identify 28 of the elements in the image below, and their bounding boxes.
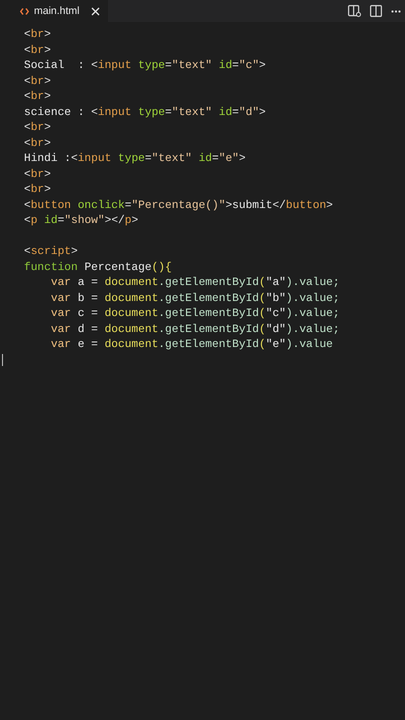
- code-line: var c = document.getElementById("c").value;: [50, 307, 341, 322]
- close-icon[interactable]: [90, 6, 100, 16]
- code-line: <button onclick="Percentage()">submit</button>: [24, 198, 334, 214]
- code-line: function Percentage(){: [24, 260, 173, 276]
- code-line: <br>: [24, 183, 52, 198]
- code-line: science : <input type="text" id="d">: [24, 106, 267, 120]
- code-line: Hindi :<input type="text" id="e">: [24, 152, 247, 167]
- code-line: var e = document.getElementById("e").value: [50, 338, 334, 353]
- text-cursor: [2, 354, 3, 366]
- tab-label: main.html: [34, 5, 80, 17]
- code-line: <p id="show"></p>: [24, 214, 140, 229]
- split-editor-icon[interactable]: [370, 5, 382, 17]
- code-line: var b = document.getElementById("b").value;: [50, 292, 341, 306]
- code-line: <br>: [24, 121, 52, 136]
- code-file-icon: [20, 8, 29, 14]
- code-line: <script>: [24, 245, 79, 260]
- code-line: <br>: [24, 168, 52, 182]
- editor-tab[interactable]: main.html: [0, 0, 108, 22]
- code-line: <br>: [24, 136, 52, 152]
- code-line: var d = document.getElementById("d").value;: [50, 322, 341, 338]
- split-preview-icon[interactable]: [348, 5, 361, 17]
- code-line: Social : <input type="text" id="c">: [24, 59, 267, 74]
- code-line: <br>: [24, 74, 52, 90]
- more-icon[interactable]: [391, 10, 401, 12]
- code-line: <br>: [24, 44, 52, 58]
- code-line: <br>: [24, 90, 52, 105]
- code-line: var a = document.getElementById("a").value;: [50, 276, 341, 291]
- code-line: <br>: [24, 28, 52, 43]
